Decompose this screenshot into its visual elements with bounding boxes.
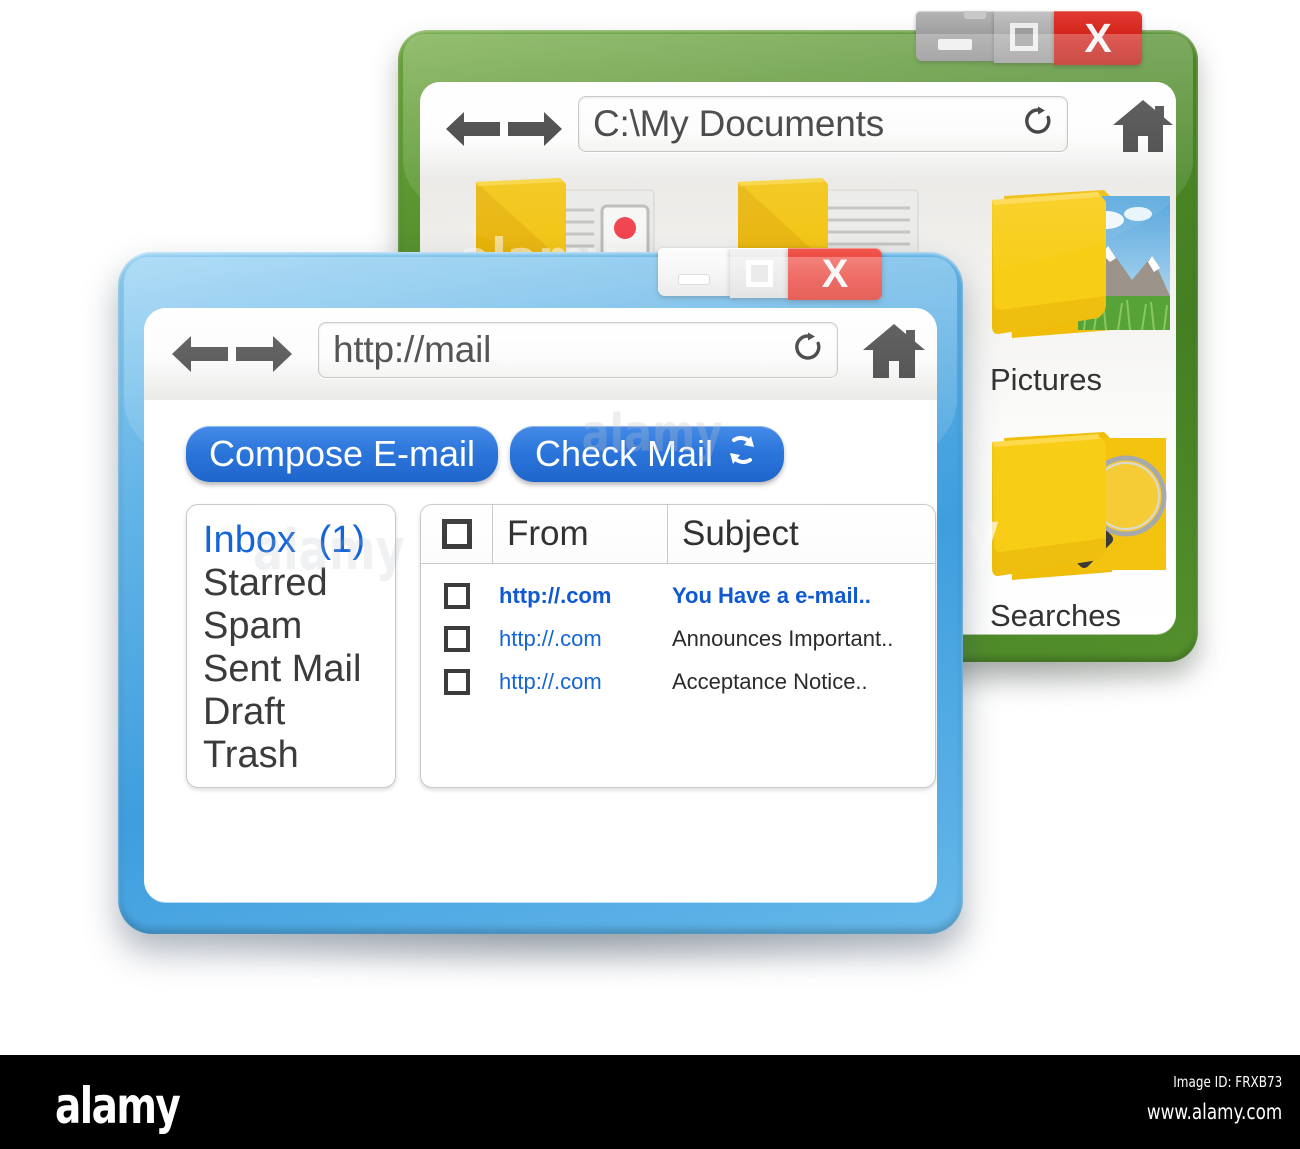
message-table-header: From Subject: [421, 505, 935, 564]
pictures-folder-label: Pictures: [990, 362, 1102, 397]
row-checkbox-cell: [421, 582, 493, 609]
explorer-maximize-button[interactable]: [994, 11, 1054, 63]
check-mail-button[interactable]: Check Mail: [510, 426, 784, 482]
refresh-icon: [725, 432, 759, 477]
explorer-address-value: C:\My Documents: [593, 103, 885, 144]
check-mail-label: Check Mail: [534, 433, 714, 474]
sidebar-item-label: Inbox: [203, 519, 296, 561]
mail-window-controls: X: [658, 248, 882, 300]
mail-maximize-button[interactable]: [730, 248, 788, 298]
sidebar-item-label: Sent Mail: [203, 648, 362, 690]
sidebar-item-label: Draft: [203, 691, 286, 733]
mail-window-content: http://mail Compose E-mail Check Mail In…: [144, 308, 937, 902]
sidebar-item-label: Spam: [203, 605, 303, 647]
reload-icon[interactable]: [793, 332, 823, 369]
table-row[interactable]: http://.com You Have a e-mail..: [421, 574, 935, 617]
explorer-close-button[interactable]: X: [1054, 11, 1142, 65]
column-header-subject[interactable]: Subject: [668, 505, 935, 563]
checkbox-icon[interactable]: [444, 582, 470, 609]
message-table-panel: From Subject http://.com You Have a e-ma…: [420, 504, 936, 788]
table-row[interactable]: http://.com Acceptance Notice..: [421, 660, 935, 703]
mail-minimize-button[interactable]: [658, 248, 730, 296]
compose-email-button[interactable]: Compose E-mail: [186, 426, 498, 482]
mail-address-field[interactable]: http://mail: [318, 322, 838, 378]
row-subject: Announces Important..: [672, 625, 894, 651]
row-subject: Acceptance Notice..: [672, 668, 868, 694]
mail-close-button[interactable]: X: [788, 248, 882, 300]
home-icon[interactable]: [1112, 98, 1174, 159]
mail-window[interactable]: http://mail Compose E-mail Check Mail In…: [118, 248, 963, 934]
checkbox-icon[interactable]: [444, 668, 470, 695]
reload-icon[interactable]: [1023, 106, 1053, 143]
footer-meta: Image ID: FRXB73 www.alamy.com: [1113, 1073, 1282, 1124]
mail-nav-arrows: [170, 330, 294, 378]
searches-folder-label: Searches: [990, 598, 1121, 633]
select-all-header: [421, 505, 493, 563]
alamy-logo: alamy: [55, 1077, 181, 1135]
row-from: http://.com: [499, 625, 602, 651]
checkbox-icon[interactable]: [444, 625, 470, 652]
home-icon[interactable]: [862, 322, 926, 385]
sidebar-item-spam[interactable]: Spam: [203, 605, 395, 648]
row-checkbox-cell: [421, 668, 493, 695]
mail-folder-panel: Inbox (1) Starred Spam Sent Mail Draft T…: [186, 504, 396, 788]
mail-address-value: http://mail: [333, 329, 492, 370]
sidebar-item-count: (1): [318, 519, 365, 561]
searches-folder[interactable]: Searches: [986, 426, 1176, 633]
alamy-url-label: www.alamy.com: [1146, 1100, 1282, 1124]
stock-footer-bar: alamy Image ID: FRXB73 www.alamy.com: [0, 1055, 1300, 1149]
checkbox-icon[interactable]: [441, 519, 472, 549]
row-from: http://.com: [499, 668, 602, 694]
explorer-address-field[interactable]: C:\My Documents: [578, 96, 1068, 152]
table-row[interactable]: http://.com Announces Important..: [421, 617, 935, 660]
back-arrow-icon[interactable]: [444, 106, 502, 152]
sidebar-item-inbox[interactable]: Inbox (1): [203, 519, 395, 562]
sidebar-item-label: Starred: [203, 562, 328, 604]
image-id-label: Image ID: FRXB73: [1173, 1073, 1282, 1091]
pictures-folder[interactable]: Pictures: [986, 184, 1176, 397]
mail-address-strip: http://mail: [144, 308, 937, 401]
message-table-body: http://.com You Have a e-mail.. http://.…: [421, 564, 935, 703]
sidebar-item-trash[interactable]: Trash: [203, 734, 395, 777]
column-header-from[interactable]: From: [493, 505, 668, 563]
scene-canvas: C:\My Documents Pictures Searches X http…: [0, 0, 1300, 1055]
explorer-minimize-button[interactable]: [916, 11, 994, 61]
explorer-nav-arrows: [444, 106, 564, 152]
forward-arrow-icon[interactable]: [234, 330, 294, 378]
sidebar-item-label: Trash: [203, 734, 299, 776]
forward-arrow-icon[interactable]: [506, 106, 564, 152]
row-checkbox-cell: [421, 625, 493, 652]
mail-body: Compose E-mail Check Mail Inbox (1) Star…: [144, 400, 937, 902]
row-from: http://.com: [499, 582, 612, 608]
sidebar-item-starred[interactable]: Starred: [203, 562, 395, 605]
compose-email-label: Compose E-mail: [208, 433, 476, 474]
back-arrow-icon[interactable]: [170, 330, 230, 378]
sidebar-item-sent-mail[interactable]: Sent Mail: [203, 648, 395, 691]
sidebar-item-draft[interactable]: Draft: [203, 691, 395, 734]
row-subject: You Have a e-mail..: [672, 582, 871, 608]
explorer-address-strip: C:\My Documents: [420, 82, 1176, 179]
explorer-window-controls: X: [916, 11, 1142, 65]
